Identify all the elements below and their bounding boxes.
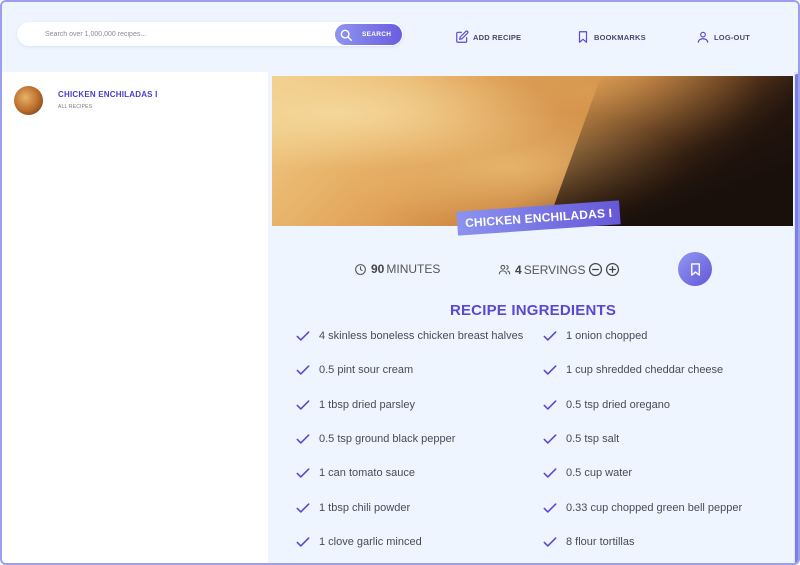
- search-icon: [340, 29, 352, 41]
- check-icon: [296, 502, 310, 513]
- check-icon: [296, 537, 310, 547]
- recipe-image: [272, 76, 793, 226]
- ingredient-item: 1 tbsp dried parsley: [296, 399, 415, 411]
- ingredient-text: 1 cup shredded cheddar cheese: [566, 364, 724, 377]
- check-icon: [543, 434, 557, 444]
- ingredient-text: 1 can tomato sauce: [319, 467, 416, 480]
- check-icon: [543, 502, 557, 513]
- scrollbar-thumb[interactable]: [795, 74, 798, 563]
- cooking-time: 90 MINUTES: [354, 262, 440, 276]
- check-icon: [296, 468, 310, 478]
- ingredient-item: 0.33 cup chopped green bell pepper: [543, 502, 742, 514]
- plus-circle-icon: [605, 262, 619, 277]
- edit-icon: [456, 30, 469, 43]
- check-icon: [296, 331, 310, 341]
- servings-value: 4: [515, 262, 522, 277]
- ingredient-text: 0.5 tsp dried oregano: [566, 398, 670, 411]
- ingredient-item: 4 skinless boneless chicken breast halve…: [296, 330, 523, 342]
- check-icon: [296, 434, 310, 444]
- cooking-time-unit: MINUTES: [386, 262, 441, 276]
- nav-add-recipe[interactable]: ADD RECIPE: [455, 29, 521, 45]
- servings-unit: SERVINGS: [523, 262, 586, 277]
- user-icon: [697, 31, 709, 43]
- ingredient-text: 0.5 tsp salt: [566, 432, 620, 445]
- scrollbar[interactable]: [794, 72, 798, 563]
- minus-circle-icon: [588, 262, 602, 277]
- nav-bookmarks[interactable]: BOOKMARKS: [576, 29, 646, 45]
- check-icon: [296, 399, 310, 410]
- check-icon: [543, 399, 557, 410]
- ingredient-text: 0.33 cup chopped green bell pepper: [566, 501, 743, 514]
- servings: 4 SERVINGS: [498, 262, 620, 277]
- ingredient-item: 1 can tomato sauce: [296, 467, 415, 479]
- increase-servings-button[interactable]: [605, 262, 620, 277]
- check-icon: [296, 365, 310, 376]
- recipe-view: CHICKEN ENCHILADAS I 90 MINUTES 4 SERVIN…: [268, 72, 794, 563]
- ingredient-item: 0.5 tsp ground black pepper: [296, 433, 455, 445]
- ingredient-item: 8 flour tortillas: [543, 536, 634, 548]
- result-thumbnail: [14, 86, 43, 115]
- ingredient-text: 1 tbsp dried parsley: [319, 398, 415, 411]
- decrease-servings-button[interactable]: [588, 262, 603, 277]
- ingredient-item: 1 onion chopped: [543, 330, 647, 342]
- search-button[interactable]: SEARCH: [335, 24, 402, 45]
- ingredient-text: 0.5 cup water: [566, 467, 633, 480]
- cooking-time-value: 90: [371, 262, 385, 276]
- ingredient-item: 0.5 cup water: [543, 467, 632, 479]
- search-button-label: SEARCH: [362, 31, 392, 38]
- result-item[interactable]: CHICKEN ENCHILADAS I ALL RECIPES: [14, 86, 254, 118]
- bookmark-icon: [578, 31, 588, 43]
- check-icon: [543, 365, 557, 376]
- ingredient-item: 1 cup shredded cheddar cheese: [543, 364, 723, 376]
- ingredient-text: 1 tbsp chili powder: [319, 501, 411, 514]
- ingredient-text: 1 onion chopped: [566, 330, 648, 342]
- header: SEARCH ADD RECIPE BOOKMARKS LOG-OUT: [2, 2, 798, 70]
- clock-icon: [355, 263, 366, 275]
- app-window: SEARCH ADD RECIPE BOOKMARKS LOG-OUT: [0, 0, 800, 565]
- users-icon: [498, 264, 511, 275]
- ingredient-text: 8 flour tortillas: [566, 535, 635, 548]
- result-text: CHICKEN ENCHILADAS I ALL RECIPES: [58, 90, 158, 110]
- ingredient-item: 1 tbsp chili powder: [296, 502, 410, 514]
- nav-logout[interactable]: LOG-OUT: [696, 29, 750, 45]
- ingredient-text: 4 skinless boneless chicken breast halve…: [319, 330, 524, 342]
- result-title: CHICKEN ENCHILADAS I: [58, 90, 158, 99]
- ingredient-item: 0.5 tsp salt: [543, 433, 619, 445]
- ingredient-item: 0.5 pint sour cream: [296, 364, 413, 376]
- recipe-details: 90 MINUTES 4 SERVINGS: [268, 252, 794, 292]
- result-publisher: ALL RECIPES: [58, 104, 93, 110]
- ingredient-item: 0.5 tsp dried oregano: [543, 399, 670, 411]
- search-input[interactable]: [45, 26, 315, 42]
- bookmark-icon: [690, 262, 700, 276]
- nav-add-recipe-label: ADD RECIPE: [473, 32, 522, 42]
- ingredients-list: 4 skinless boneless chicken breast halve…: [296, 330, 786, 563]
- check-icon: [543, 468, 557, 478]
- check-icon: [543, 331, 557, 341]
- ingredient-text: 0.5 pint sour cream: [319, 364, 414, 377]
- nav-bookmarks-label: BOOKMARKS: [594, 32, 646, 42]
- ingredients-heading: RECIPE INGREDIENTS: [449, 302, 617, 319]
- ingredient-item: 1 clove garlic minced: [296, 536, 422, 548]
- nav-logout-label: LOG-OUT: [714, 32, 750, 42]
- check-icon: [543, 537, 557, 547]
- search-results: CHICKEN ENCHILADAS I ALL RECIPES: [2, 72, 268, 563]
- ingredient-text: 0.5 tsp ground black pepper: [319, 432, 456, 445]
- bookmark-recipe-button[interactable]: [678, 252, 712, 286]
- ingredient-text: 1 clove garlic minced: [319, 535, 422, 548]
